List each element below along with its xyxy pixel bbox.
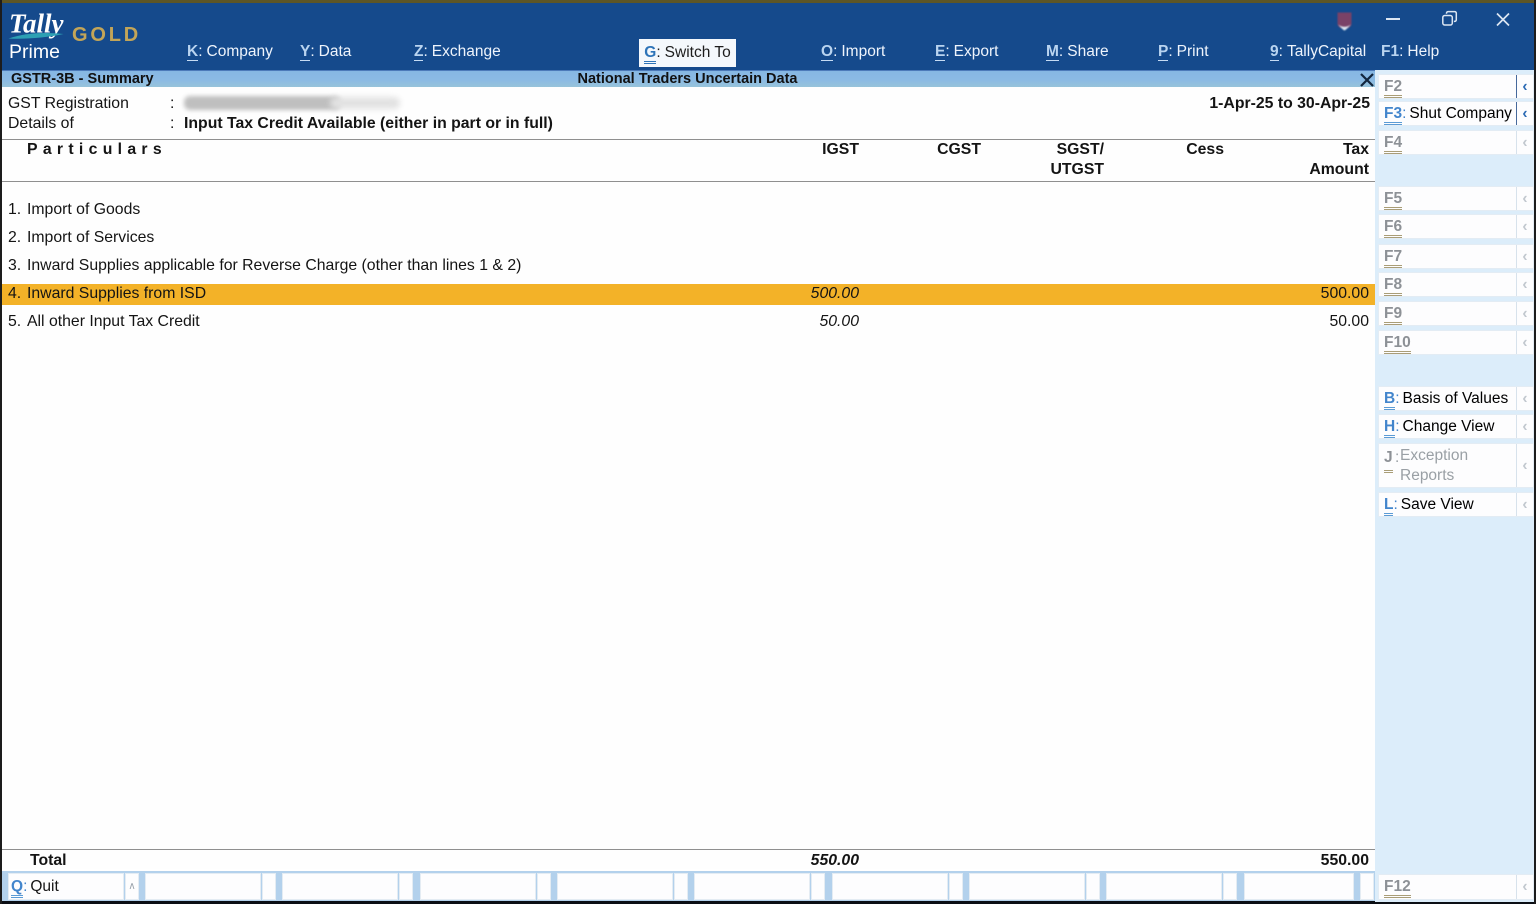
svg-text:Prime: Prime	[9, 41, 60, 63]
